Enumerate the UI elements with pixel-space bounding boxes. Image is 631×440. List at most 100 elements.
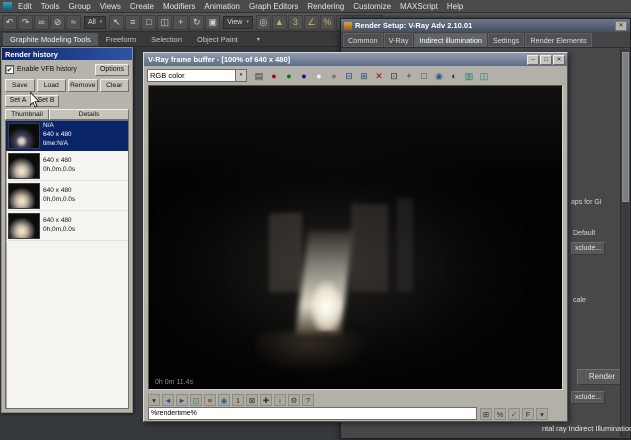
menu-item[interactable]: Views bbox=[100, 2, 121, 11]
exclude-button-2[interactable]: xclude... bbox=[571, 391, 606, 404]
select-and-link-icon[interactable]: ∞ bbox=[34, 14, 49, 30]
menu-item[interactable]: Modifiers bbox=[163, 2, 195, 11]
window-crossing-icon[interactable]: ◫ bbox=[157, 14, 173, 30]
maximize-icon[interactable]: □ bbox=[540, 54, 552, 65]
app-icon[interactable] bbox=[3, 1, 12, 11]
use-pivot-center-icon[interactable]: ◎ bbox=[255, 14, 271, 30]
menu-item[interactable]: Animation bbox=[204, 2, 240, 11]
render-setup-tab[interactable]: Indirect illumination bbox=[414, 33, 487, 47]
compare-ab-icon[interactable]: ◫ bbox=[190, 393, 202, 406]
menu-item[interactable]: Help bbox=[447, 2, 463, 11]
stamp-apply-icon[interactable]: ✓ bbox=[508, 407, 520, 420]
settings-icon[interactable]: ⚙ bbox=[288, 393, 300, 406]
history-action-button[interactable]: Clear bbox=[99, 79, 129, 92]
render-image[interactable]: 0h 0m 11.4s bbox=[148, 85, 563, 390]
show-channels-icon[interactable]: ▤ bbox=[252, 69, 266, 83]
stereo-icon[interactable]: ▥ bbox=[462, 69, 476, 83]
menu-item[interactable]: Customize bbox=[353, 2, 391, 11]
close-icon[interactable]: ✕ bbox=[553, 54, 565, 65]
history-action-button[interactable]: Remove bbox=[68, 79, 98, 92]
stamp-font-icon[interactable]: F bbox=[522, 407, 534, 420]
stamp-position-icon[interactable]: ▾ bbox=[536, 407, 548, 420]
percent-snap-icon[interactable]: % bbox=[319, 14, 335, 30]
stamp-variables-icon[interactable]: ⊞ bbox=[480, 407, 492, 420]
render-setup-tab[interactable]: Render Elements bbox=[525, 33, 592, 47]
vfb-titlebar[interactable]: V-Ray frame buffer - [100% of 640 x 480]… bbox=[144, 53, 567, 66]
fit-view-icon[interactable]: ⊠ bbox=[246, 393, 258, 406]
select-by-name-icon[interactable]: ≡ bbox=[125, 14, 141, 30]
select-and-move-icon[interactable]: + bbox=[173, 14, 189, 30]
unlink-selection-icon[interactable]: ⊘ bbox=[50, 14, 65, 30]
render-setup-tab[interactable]: Common bbox=[343, 33, 383, 47]
menu-item[interactable]: Edit bbox=[18, 2, 32, 11]
set-a-button[interactable]: Set A bbox=[5, 95, 31, 107]
thumbnail-column-header[interactable]: Thumbnail bbox=[5, 109, 49, 120]
render-history-titlebar[interactable]: Render history bbox=[2, 48, 132, 60]
redo-icon[interactable]: ↷ bbox=[18, 14, 33, 30]
ribbon-tab[interactable]: Selection bbox=[144, 33, 189, 46]
render-setup-tab[interactable]: V-Ray bbox=[383, 33, 414, 47]
stamp-percent-icon[interactable]: % bbox=[494, 407, 506, 420]
compare-icon[interactable]: ◫ bbox=[477, 69, 491, 83]
menu-item[interactable]: Create bbox=[130, 2, 154, 11]
menu-item[interactable]: Group bbox=[68, 2, 90, 11]
channel-dropdown[interactable]: RGB color ▾ bbox=[147, 69, 247, 82]
select-and-scale-icon[interactable]: ▣ bbox=[205, 14, 221, 30]
select-and-rotate-icon[interactable]: ↻ bbox=[189, 14, 205, 30]
green-channel-icon[interactable]: ● bbox=[282, 69, 296, 83]
next-image-icon[interactable]: ► bbox=[176, 393, 188, 406]
select-and-manipulate-icon[interactable]: ▲ bbox=[271, 14, 287, 30]
save-image-icon[interactable]: ⊟ bbox=[342, 69, 356, 83]
selection-filter-dropdown[interactable]: All ▾ bbox=[84, 15, 107, 29]
exclude-button[interactable]: xclude... bbox=[571, 242, 606, 255]
ribbon-minimize-icon[interactable]: ▾ bbox=[253, 33, 264, 46]
history-row-3[interactable]: 640 x 480 0h,0m,0.0s bbox=[6, 181, 128, 211]
stamp-toggle-icon[interactable]: ▾ bbox=[148, 393, 160, 406]
red-channel-icon[interactable]: ● bbox=[267, 69, 281, 83]
clear-image-icon[interactable]: ✕ bbox=[372, 69, 386, 83]
help-icon[interactable]: ? bbox=[302, 393, 314, 406]
rectangular-selection-icon[interactable]: □ bbox=[141, 14, 157, 30]
details-column-header[interactable]: Details bbox=[49, 109, 129, 120]
duplicate-to-max-icon[interactable]: ⊡ bbox=[387, 69, 401, 83]
menu-item[interactable]: Rendering bbox=[307, 2, 344, 11]
track-mouse-icon[interactable]: + bbox=[402, 69, 416, 83]
load-image-icon[interactable]: ⊞ bbox=[357, 69, 371, 83]
magnify-icon[interactable]: ◉ bbox=[218, 393, 230, 406]
reference-coordinate-dropdown[interactable]: View ▾ bbox=[223, 15, 253, 29]
options-button[interactable]: Options bbox=[95, 63, 129, 76]
history-row-2[interactable]: 640 x 480 0h,0m,0.0s bbox=[6, 151, 128, 181]
history-action-button[interactable]: Load bbox=[36, 79, 66, 92]
undo-icon[interactable]: ↶ bbox=[2, 14, 17, 30]
scrollbar-thumb[interactable] bbox=[622, 52, 629, 202]
monochrome-icon[interactable]: ● bbox=[327, 69, 341, 83]
select-object-icon[interactable]: ↖ bbox=[109, 14, 125, 30]
history-action-button[interactable]: Save bbox=[5, 79, 35, 92]
history-row-1[interactable]: N/A 640 x 480 time:N/A bbox=[6, 121, 128, 151]
minimize-icon[interactable]: – bbox=[527, 54, 539, 65]
color-correction-icon[interactable]: ◐ bbox=[447, 69, 461, 83]
blue-channel-icon[interactable]: ● bbox=[297, 69, 311, 83]
ribbon-tab[interactable]: Graphite Modeling Tools bbox=[3, 33, 98, 46]
ribbon-tab[interactable]: Freeform bbox=[99, 33, 143, 46]
angle-snap-icon[interactable]: ∠ bbox=[303, 14, 319, 30]
enable-vfb-history-checkbox[interactable]: ✔ bbox=[5, 65, 14, 74]
menu-item[interactable]: Graph Editors bbox=[249, 2, 298, 11]
alpha-channel-icon[interactable]: ● bbox=[312, 69, 326, 83]
one-to-one-icon[interactable]: 1 bbox=[232, 393, 244, 406]
history-list-icon[interactable]: ≡ bbox=[204, 393, 216, 406]
history-row-4[interactable]: 640 x 480 0h,0m,0.0s bbox=[6, 211, 128, 241]
region-render-icon[interactable]: □ bbox=[417, 69, 431, 83]
render-setup-tab[interactable]: Settings bbox=[487, 33, 525, 47]
render-setup-titlebar[interactable]: Render Setup: V-Ray Adv 2.10.01 ✕ bbox=[341, 19, 630, 32]
pixel-info-icon[interactable]: ◉ bbox=[432, 69, 446, 83]
pixel-probe-icon[interactable]: i bbox=[274, 393, 286, 406]
close-icon[interactable]: ✕ bbox=[615, 20, 627, 31]
stamp-input[interactable] bbox=[148, 407, 477, 420]
pan-icon[interactable]: ✚ bbox=[260, 393, 272, 406]
prev-image-icon[interactable]: ◄ bbox=[162, 393, 174, 406]
snap-toggle-3d-icon[interactable]: 3 bbox=[287, 14, 303, 30]
scrollbar[interactable] bbox=[620, 49, 629, 437]
menu-item[interactable]: Tools bbox=[41, 2, 60, 11]
ribbon-tab[interactable]: Object Paint bbox=[190, 33, 245, 46]
